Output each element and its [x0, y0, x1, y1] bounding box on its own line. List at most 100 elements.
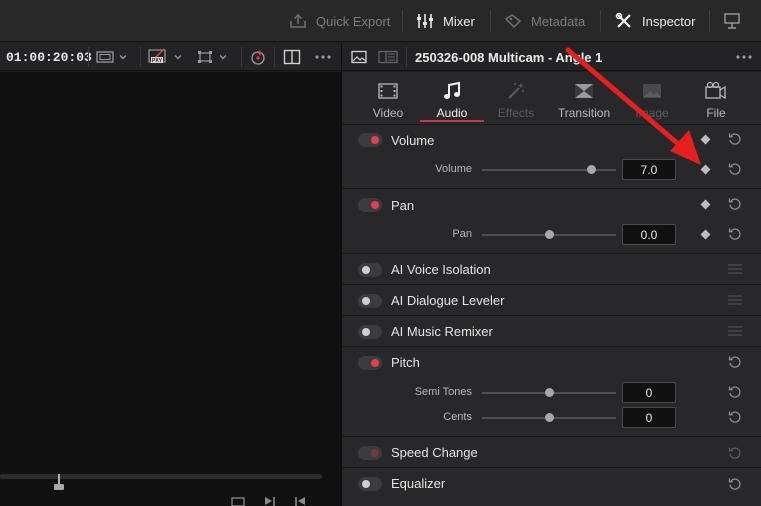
inspector-layout-button[interactable]	[378, 47, 398, 67]
step-forward-icon[interactable]	[264, 496, 276, 506]
semitones-value-field[interactable]: 0	[622, 382, 676, 403]
metadata-label: Metadata	[531, 13, 586, 29]
inspector-tabs: Video Audio Effects Transition Image Fil…	[342, 72, 761, 124]
viewer-scrubber-track[interactable]	[0, 474, 322, 479]
toolbar-divider	[490, 10, 491, 32]
section-pitch: Pitch Semi Tones 0 Cents 0	[342, 346, 761, 436]
chevron-down-icon	[119, 55, 127, 60]
section-speed-change: Speed Change	[342, 436, 761, 467]
section-pan: Pan Pan 0.0	[342, 188, 761, 253]
tab-label: Video	[372, 106, 404, 120]
cents-value-field[interactable]: 0	[622, 407, 676, 428]
frame-icon	[96, 51, 114, 63]
section-title: AI Voice Isolation	[391, 262, 491, 277]
volume-value-field[interactable]: 7.0	[622, 159, 676, 180]
toolbar-divider	[274, 47, 275, 67]
tab-label: File	[706, 106, 726, 120]
tab-audio[interactable]: Audio	[420, 72, 484, 124]
reset-icon[interactable]	[728, 477, 742, 491]
monitor-icon	[722, 11, 742, 31]
ai-voice-toggle[interactable]	[358, 263, 382, 277]
section-title: Volume	[391, 133, 435, 148]
step-back-icon[interactable]	[294, 496, 306, 506]
transition-icon	[572, 80, 596, 102]
toolbar-divider	[709, 10, 710, 32]
pan-slider-knob[interactable]	[544, 230, 554, 239]
magic-wand-icon	[504, 80, 528, 102]
playhead-handle[interactable]	[54, 484, 64, 490]
image-icon	[351, 50, 367, 64]
reset-icon[interactable]	[728, 355, 742, 369]
more-horizontal-icon	[315, 55, 331, 59]
settings-sliders-icon[interactable]	[728, 325, 742, 337]
pan-value-field[interactable]: 0.0	[622, 224, 676, 245]
image-icon	[640, 80, 664, 102]
volume-toggle[interactable]	[358, 133, 382, 147]
pan-toggle[interactable]	[358, 198, 382, 212]
proxy-dropdown[interactable]: PXY	[147, 47, 182, 67]
inspector-image-button[interactable]	[351, 47, 367, 67]
viewer-options-button[interactable]	[314, 47, 332, 67]
tab-transition[interactable]: Transition	[552, 72, 616, 124]
cents-slider-knob[interactable]	[544, 413, 554, 422]
keyframe-diamond-icon[interactable]	[700, 199, 711, 210]
reset-icon[interactable]	[728, 197, 742, 211]
inspector-options-button[interactable]	[735, 47, 753, 67]
pitch-toggle[interactable]	[358, 356, 382, 370]
keyframe-diamond-icon[interactable]	[700, 229, 711, 240]
toolbar-divider	[88, 47, 89, 67]
reset-icon[interactable]	[728, 385, 742, 399]
equalizer-toggle[interactable]	[358, 477, 382, 491]
mixer-label: Mixer	[443, 13, 475, 29]
reset-icon[interactable]	[728, 410, 742, 424]
transform-icon	[198, 51, 212, 63]
keyframe-diamond-icon[interactable]	[700, 134, 711, 145]
ai-music-toggle[interactable]	[358, 325, 382, 339]
toolbar-divider	[241, 47, 242, 67]
viewer-inspector-header: 01:00:20:03 PXY	[0, 43, 761, 71]
sparkle-circle-icon	[251, 50, 265, 65]
fullscreen-viewer-button[interactable]	[722, 0, 742, 42]
tab-effects[interactable]: Effects	[484, 72, 548, 124]
split-view-button[interactable]	[283, 47, 301, 67]
reset-icon[interactable]	[728, 446, 742, 460]
tab-video[interactable]: Video	[356, 72, 420, 124]
camera-file-icon	[704, 80, 728, 102]
tab-file[interactable]: File	[684, 72, 748, 124]
speed-change-toggle[interactable]	[358, 446, 382, 460]
param-label: Cents	[443, 411, 472, 423]
metadata-button[interactable]: Metadata	[503, 0, 585, 42]
section-title: Pitch	[391, 355, 420, 370]
tab-image[interactable]: Image	[620, 72, 684, 124]
top-toolbar: Quick Export Mixer Metadata Inspector	[0, 0, 761, 42]
quick-export-button[interactable]: Quick Export	[288, 0, 390, 42]
mixer-button[interactable]: Mixer	[415, 0, 475, 42]
inspector-clip-title: 250326-008 Multicam - Angle 1	[415, 49, 603, 65]
toolbar-divider	[402, 10, 403, 32]
viewer-size-dropdown[interactable]	[96, 47, 127, 67]
reset-icon[interactable]	[728, 132, 742, 146]
active-tab-indicator	[420, 120, 484, 122]
param-label: Semi Tones	[414, 386, 472, 398]
inspector-button[interactable]: Inspector	[614, 0, 695, 42]
section-ai-music-remixer: AI Music Remixer	[342, 315, 761, 346]
panel-layout-icon	[378, 50, 398, 64]
reset-icon[interactable]	[728, 162, 742, 176]
ai-dialogue-toggle[interactable]	[358, 294, 382, 308]
transport-controls	[230, 496, 306, 506]
video-viewer[interactable]	[0, 72, 341, 506]
settings-sliders-icon[interactable]	[728, 294, 742, 306]
transform-dropdown[interactable]	[196, 47, 227, 67]
keyframe-diamond-icon[interactable]	[700, 164, 711, 175]
section-title: Equalizer	[391, 476, 446, 491]
volume-slider-knob[interactable]	[587, 165, 597, 174]
fusion-overlay-button[interactable]	[249, 47, 267, 67]
quick-export-label: Quick Export	[316, 13, 391, 29]
chevron-down-icon	[174, 55, 182, 60]
semitones-slider-knob[interactable]	[544, 388, 554, 397]
loop-icon[interactable]	[230, 496, 246, 506]
proxy-icon: PXY	[148, 48, 166, 64]
reset-icon[interactable]	[728, 227, 742, 241]
section-ai-voice-isolation: AI Voice Isolation	[342, 253, 761, 284]
settings-sliders-icon[interactable]	[728, 263, 742, 275]
